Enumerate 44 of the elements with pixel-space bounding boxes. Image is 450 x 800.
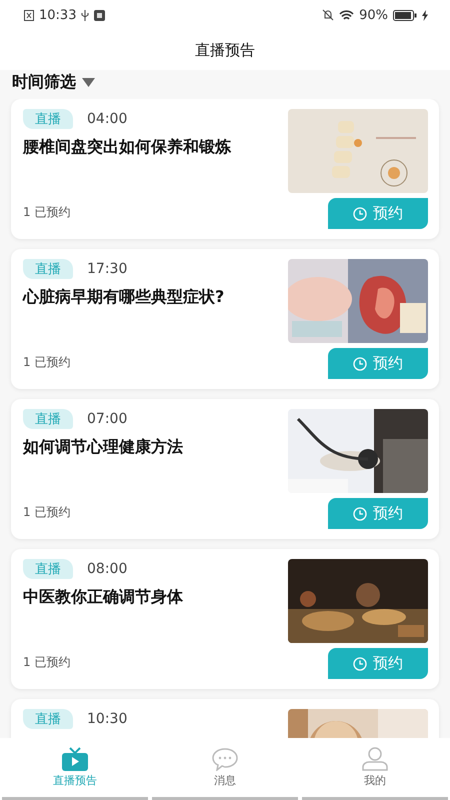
tv-icon [62, 747, 88, 771]
nav-tab[interactable]: 消息 [152, 738, 298, 800]
status-time: 10:33 [39, 8, 76, 22]
reserve-button[interactable]: 预约 [328, 648, 428, 679]
page-title: 直播预告 [195, 40, 255, 60]
event-time: 07:00 [87, 411, 128, 427]
chat-icon [211, 747, 239, 771]
nav-tab[interactable]: 直播预告 [2, 738, 148, 800]
booked-count: 1 已预约 [23, 504, 72, 521]
reserve-button[interactable]: 预约 [328, 498, 428, 529]
nav-tab[interactable]: 我的 [302, 738, 448, 800]
filter-label[interactable]: 时间筛选 [12, 72, 76, 93]
event-time: 08:00 [87, 561, 128, 577]
alarm-off-icon [322, 9, 334, 21]
charging-icon [422, 10, 428, 20]
reserve-button[interactable]: 预约 [328, 348, 428, 379]
person-icon [362, 747, 388, 771]
clock-icon [353, 356, 367, 370]
live-tag: 直播 [23, 259, 73, 279]
clock-icon [353, 506, 367, 520]
clock-icon [353, 656, 367, 670]
live-tag: 直播 [23, 559, 73, 579]
live-tag: 直播 [23, 709, 73, 729]
event-time: 17:30 [87, 261, 128, 277]
event-title: 腰椎间盘突出如何保养和锻炼 [23, 137, 232, 158]
reserve-button[interactable]: 预约 [328, 198, 428, 229]
live-tag: 直播 [23, 109, 73, 129]
usb-icon [81, 10, 90, 20]
booked-count: 1 已预约 [23, 354, 72, 371]
event-time: 10:30 [87, 711, 128, 727]
clock-icon [353, 206, 367, 220]
wifi-icon [339, 10, 354, 20]
dropdown-icon[interactable] [82, 78, 95, 87]
app-icon [94, 10, 106, 20]
booked-count: 1 已预约 [23, 204, 72, 221]
event-title: 中医教你正确调节身体 [23, 587, 184, 608]
battery-icon [393, 10, 417, 20]
booked-count: 1 已预约 [23, 654, 72, 671]
live-tag: 直播 [23, 409, 73, 429]
battery-percent: 90% [359, 8, 388, 22]
sim-icon [24, 10, 34, 20]
event-title: 如何调节心理健康方法 [23, 437, 184, 458]
event-title: 心脏病早期有哪些典型症状? [23, 287, 226, 308]
event-time: 04:00 [87, 111, 128, 127]
